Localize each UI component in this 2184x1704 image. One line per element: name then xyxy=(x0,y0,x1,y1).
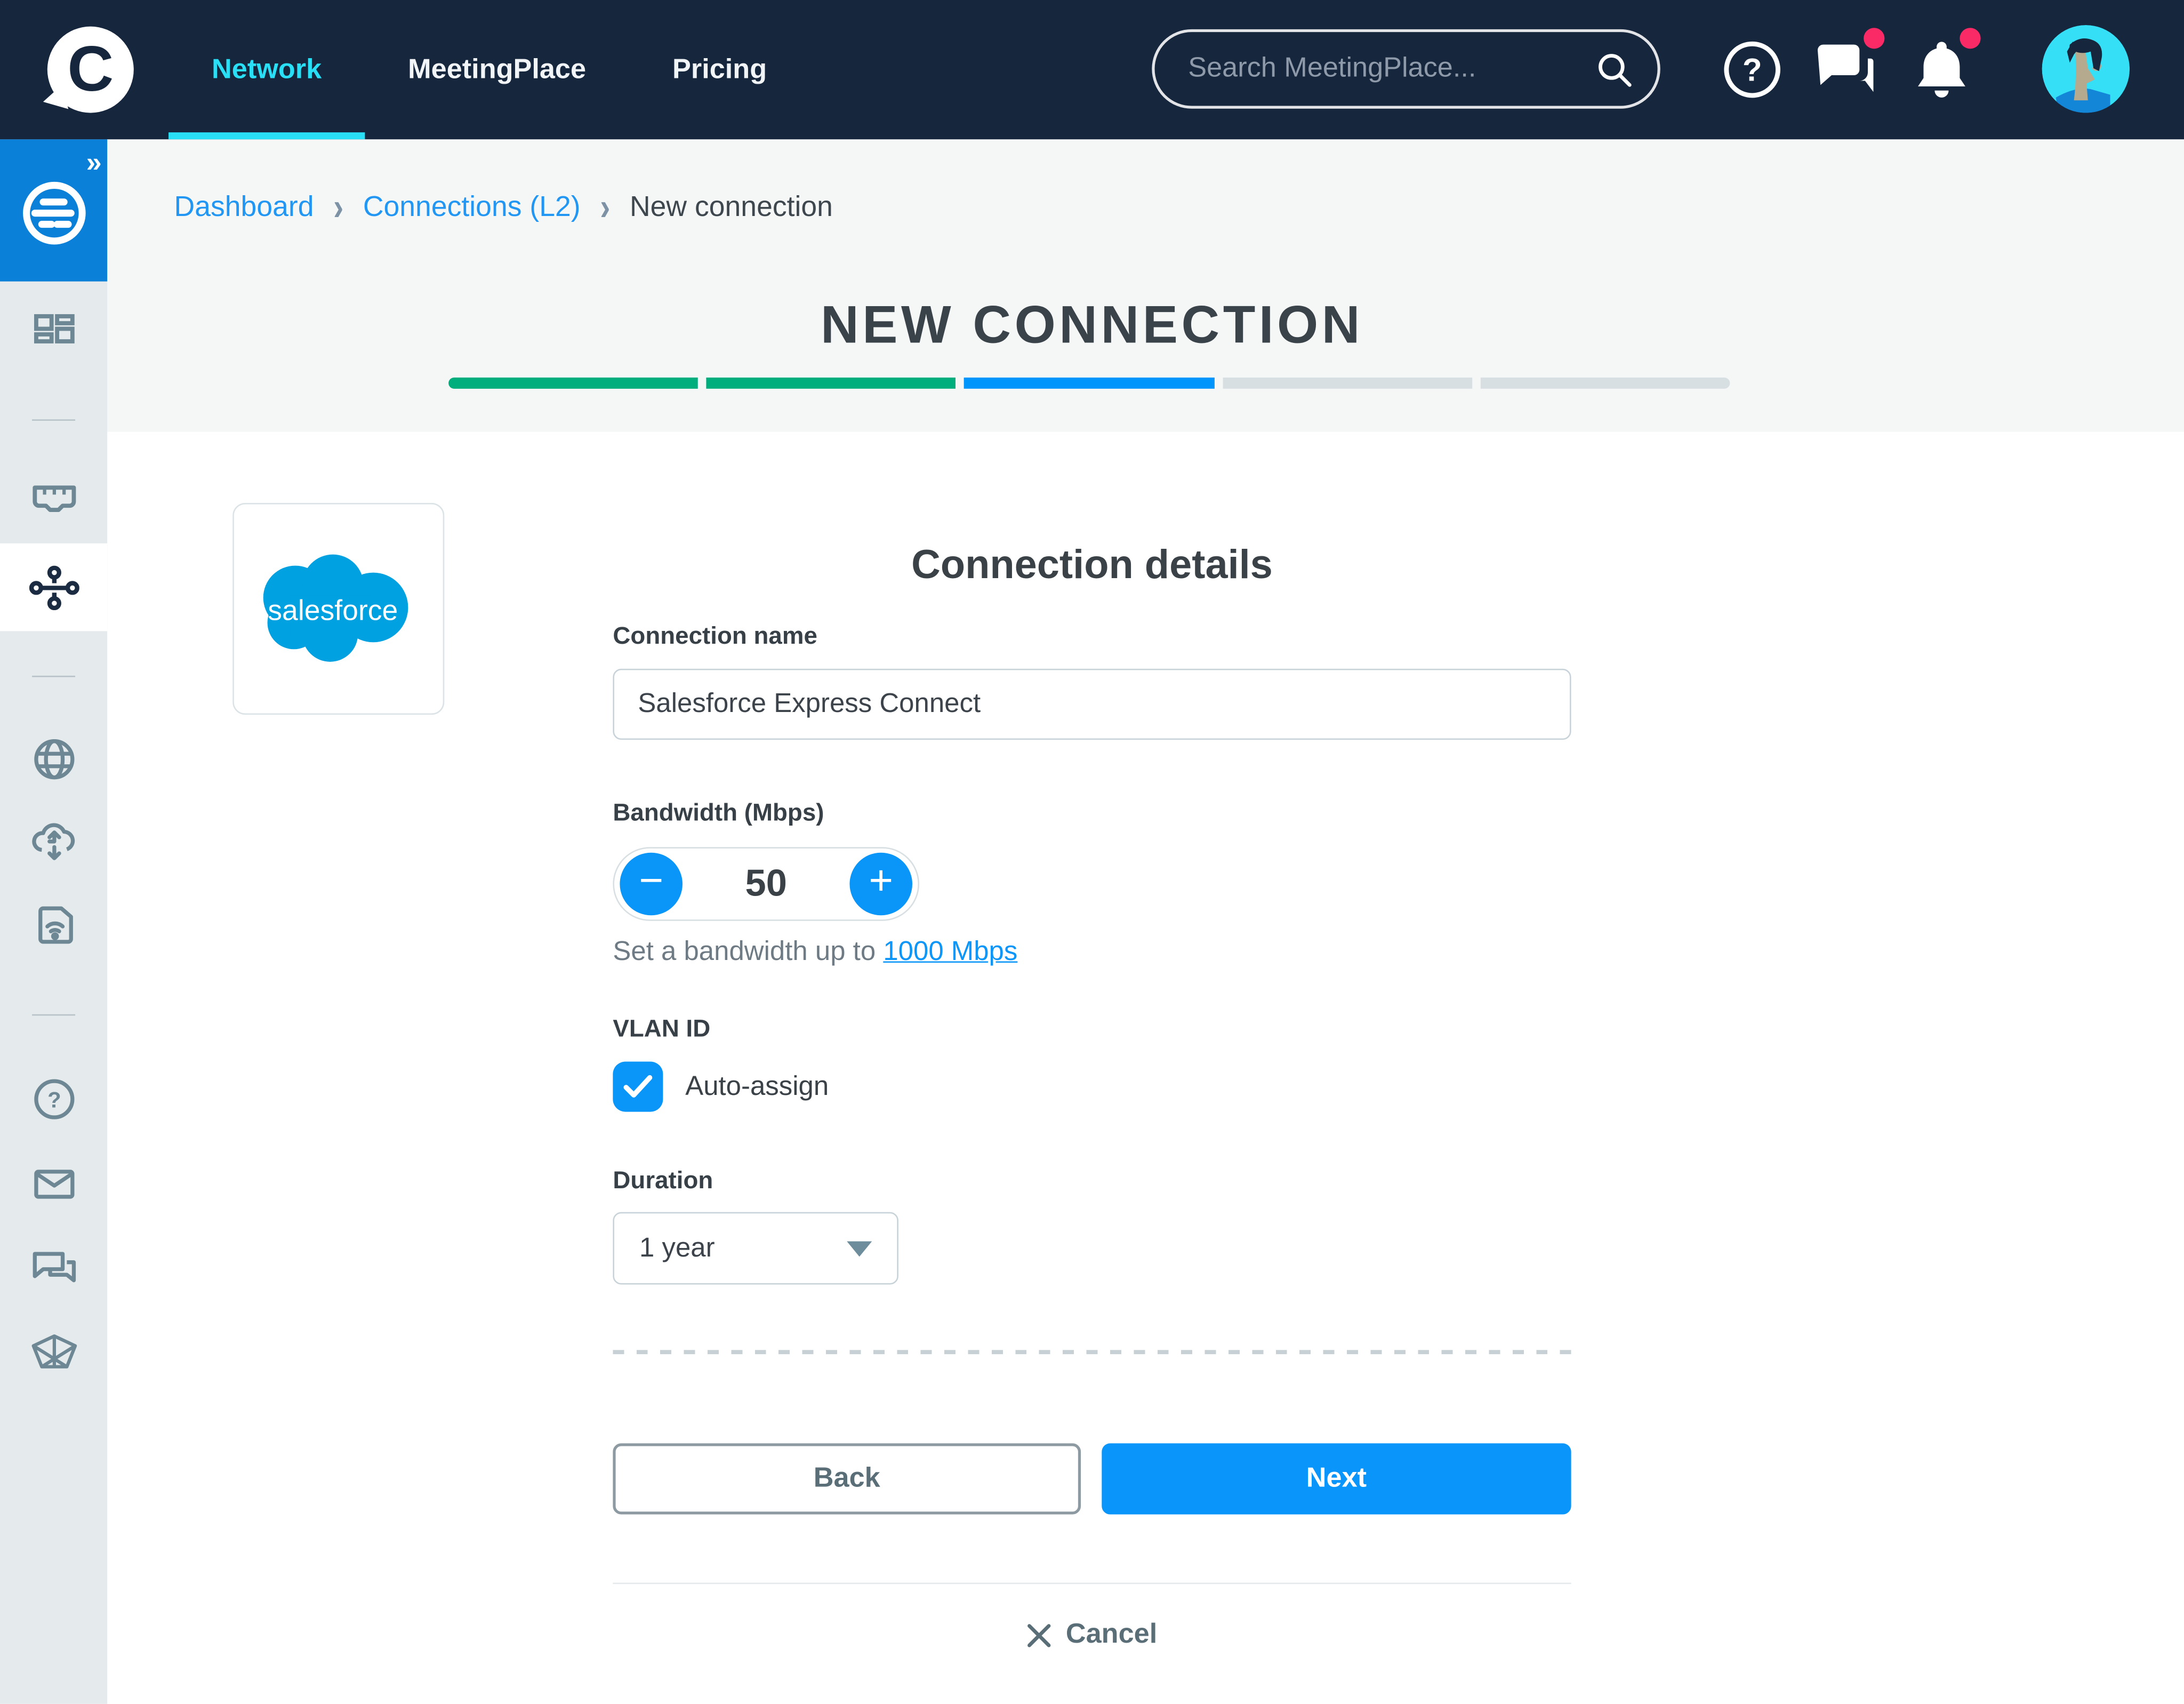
page-header: Dashboard › Connections (L2) › New conne… xyxy=(107,139,2184,432)
help-button[interactable]: ? xyxy=(1716,34,1788,106)
svg-text:?: ? xyxy=(47,1087,61,1113)
sidebar-divider xyxy=(32,1014,76,1016)
bandwidth-stepper: − 50 + xyxy=(613,847,920,921)
bandwidth-value[interactable]: 50 xyxy=(745,862,786,906)
breadcrumb: Dashboard › Connections (L2) › New conne… xyxy=(174,185,833,229)
messages-icon xyxy=(1817,44,1874,92)
connection-name-input[interactable] xyxy=(613,668,1571,740)
tab-network-label: Network xyxy=(212,53,322,85)
chevron-right-icon: › xyxy=(333,185,344,229)
sidebar-item-internet[interactable] xyxy=(0,716,107,803)
breadcrumb-current: New connection xyxy=(629,190,833,223)
wizard-step-3 xyxy=(964,377,1214,389)
search-icon[interactable] xyxy=(1596,51,1633,87)
tab-pricing-label: Pricing xyxy=(672,53,767,85)
sidebar-item-dashboard[interactable] xyxy=(0,289,107,375)
bandwidth-hint: Set a bandwidth up to 1000 Mbps xyxy=(613,936,1017,968)
search-box xyxy=(1152,29,1660,109)
wizard-step-4 xyxy=(1222,377,1472,389)
top-bar: C Network MeetingPlace Pricing ? xyxy=(0,0,2184,140)
auto-assign-checkbox[interactable] xyxy=(613,1061,663,1112)
sidebar-item-cloud-routing[interactable] xyxy=(0,798,107,885)
sidebar-item-mail[interactable] xyxy=(0,1141,107,1227)
sidebar-item-ports[interactable] xyxy=(0,455,107,542)
back-button[interactable]: Back xyxy=(613,1443,1081,1515)
bandwidth-label: Bandwidth (Mbps) xyxy=(613,798,824,827)
duration-select[interactable]: 1 year xyxy=(613,1212,898,1285)
help-icon: ? xyxy=(1724,41,1780,98)
tab-network[interactable]: Network xyxy=(168,0,365,140)
dashboard-icon xyxy=(33,314,74,343)
user-avatar[interactable] xyxy=(2042,25,2130,113)
brand-letter: C xyxy=(67,32,114,105)
primary-nav: Network MeetingPlace Pricing xyxy=(168,0,810,140)
bandwidth-decrease-button[interactable]: − xyxy=(620,852,682,916)
mail-icon xyxy=(33,1170,74,1199)
avatar-illustration xyxy=(2042,25,2130,113)
search-input[interactable] xyxy=(1185,51,1596,86)
chevron-right-icon: › xyxy=(600,185,611,229)
help-circle-icon: ? xyxy=(33,1079,74,1119)
chevron-down-icon xyxy=(847,1241,872,1256)
bandwidth-increase-button[interactable]: + xyxy=(849,852,912,916)
tab-meetingplace-label: MeetingPlace xyxy=(408,53,587,85)
sidebar-item-chat[interactable] xyxy=(0,1226,107,1313)
notifications-badge xyxy=(1960,28,1981,49)
auto-assign-label: Auto-assign xyxy=(685,1070,829,1101)
notifications-icon xyxy=(1918,42,1965,98)
notifications-button[interactable] xyxy=(1906,28,1981,106)
vlan-auto-assign-row: Auto-assign xyxy=(613,1061,829,1112)
svg-text:?: ? xyxy=(1743,52,1762,88)
expand-sidebar-icon[interactable]: » xyxy=(86,148,102,180)
wizard-step-2 xyxy=(706,377,957,389)
duration-label: Duration xyxy=(613,1166,713,1194)
svg-text:salesforce: salesforce xyxy=(268,595,398,626)
close-icon xyxy=(1027,1623,1051,1647)
wizard-step-5 xyxy=(1480,377,1730,389)
connections-icon xyxy=(28,565,79,610)
sidebar-divider xyxy=(32,675,76,677)
cloud-arrows-icon xyxy=(31,823,74,860)
messages-button[interactable] xyxy=(1809,28,1885,106)
wizard-step-1 xyxy=(448,377,698,389)
side-nav: » ? xyxy=(0,139,108,1704)
console-connect-logo[interactable]: C xyxy=(47,26,134,113)
sidebar-item-mesh[interactable] xyxy=(0,1310,107,1396)
messages-badge xyxy=(1864,28,1885,49)
chat-bubbles-icon xyxy=(32,1252,75,1283)
bandwidth-hint-text: Set a bandwidth up to xyxy=(613,936,884,967)
mesh-network-icon xyxy=(31,1334,76,1369)
wizard-progress xyxy=(448,377,1730,389)
page-title: NEW CONNECTION xyxy=(821,297,1363,356)
tab-pricing[interactable]: Pricing xyxy=(629,0,810,139)
cancel-button[interactable]: Cancel xyxy=(613,1619,1571,1651)
next-button[interactable]: Next xyxy=(1102,1443,1571,1515)
sidebar-item-help[interactable]: ? xyxy=(0,1056,107,1142)
app-root: C Network MeetingPlace Pricing ? » xyxy=(0,0,2184,1704)
divider xyxy=(613,1582,1571,1585)
globe-icon xyxy=(33,739,74,780)
breadcrumb-connections-l2[interactable]: Connections (L2) xyxy=(363,191,581,225)
sidebar-item-edge-sim[interactable] xyxy=(0,882,107,969)
check-icon xyxy=(623,1075,653,1098)
form-heading: Connection details xyxy=(911,543,1273,588)
bandwidth-max-link[interactable]: 1000 Mbps xyxy=(883,936,1017,966)
cancel-label: Cancel xyxy=(1065,1619,1158,1650)
breadcrumb-dashboard[interactable]: Dashboard xyxy=(174,191,314,225)
dashed-divider xyxy=(613,1350,1571,1355)
tab-meetingplace[interactable]: MeetingPlace xyxy=(365,0,629,139)
connection-name-label: Connection name xyxy=(613,621,817,650)
provider-card-salesforce: salesforce xyxy=(232,503,445,715)
planet-icon xyxy=(23,181,86,245)
sidebar-item-connections[interactable] xyxy=(0,543,108,631)
sidebar-divider xyxy=(32,419,76,421)
port-icon xyxy=(32,485,76,512)
sidebar-network-logo[interactable]: » xyxy=(0,139,108,282)
main-content: salesforce Connection details Connection… xyxy=(107,431,2184,1704)
sim-wifi-icon xyxy=(37,906,73,944)
duration-value: 1 year xyxy=(639,1232,715,1263)
salesforce-logo: salesforce xyxy=(263,554,408,662)
vlan-id-label: VLAN ID xyxy=(613,1014,711,1042)
